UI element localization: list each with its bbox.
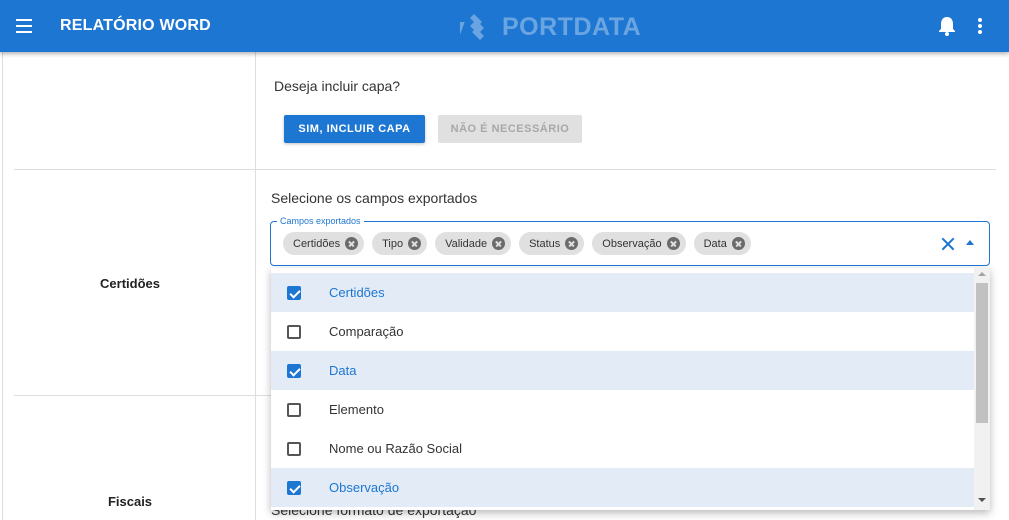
chip-remove-icon[interactable] <box>345 237 359 250</box>
table-column-divider <box>255 52 256 520</box>
option-label: Certidões <box>329 285 385 300</box>
menu-icon[interactable] <box>14 16 34 36</box>
row-divider <box>14 169 996 170</box>
bell-icon[interactable] <box>938 16 956 41</box>
checkbox-icon[interactable] <box>287 363 301 378</box>
portdata-logo-icon <box>460 14 484 42</box>
option-label: Data <box>329 363 357 378</box>
app-bar: RELATÓRIO WORD PORTDATA <box>0 0 1009 52</box>
chip-label: Validade <box>445 237 488 250</box>
chip-label: Observação <box>602 237 662 250</box>
list-item[interactable]: Elemento <box>271 390 974 429</box>
logo: PORTDATA <box>460 10 641 44</box>
no-cover-button: NÃO É NECESSÁRIO <box>438 115 582 143</box>
option-label: Nome ou Razão Social <box>329 441 462 456</box>
chip-label: Certidões <box>293 237 341 250</box>
list-item[interactable]: Nome ou Razão Social <box>271 429 974 468</box>
option-label: Comparação <box>329 324 404 339</box>
checkbox-icon[interactable] <box>287 402 301 417</box>
chip-remove-icon[interactable] <box>492 237 506 250</box>
chip: Observação <box>592 232 686 255</box>
include-cover-button[interactable]: SIM, INCLUIR CAPA <box>284 115 425 143</box>
selected-chips: Certidões Tipo Validade Status Observaçã… <box>283 232 759 255</box>
table-border-left <box>2 52 3 520</box>
chip: Data <box>693 232 751 255</box>
scrollbar-thumb[interactable] <box>976 283 988 423</box>
chip: Status <box>519 232 585 255</box>
checkbox-icon[interactable] <box>287 285 301 300</box>
list-item[interactable]: Certidões <box>271 273 974 312</box>
clear-icon[interactable] <box>941 237 955 251</box>
chip-label: Status <box>529 237 561 250</box>
checkbox-icon[interactable] <box>287 441 301 456</box>
kebab-icon[interactable] <box>973 16 987 36</box>
scroll-down-arrow-icon[interactable] <box>978 498 986 502</box>
chip-remove-icon[interactable] <box>731 237 745 250</box>
chip-remove-icon[interactable] <box>408 237 422 250</box>
checkbox-icon[interactable] <box>287 480 301 495</box>
list-item[interactable]: Comparação <box>271 312 974 351</box>
checkbox-icon[interactable] <box>287 324 301 339</box>
chip: Certidões <box>283 232 365 255</box>
row-divider <box>14 395 271 396</box>
chip-label: Tipo <box>382 237 404 250</box>
scroll-up-arrow-icon[interactable] <box>978 272 986 276</box>
page-title: RELATÓRIO WORD <box>60 17 211 34</box>
logo-text: PORTDATA <box>502 12 642 41</box>
fields-dropdown-list: Certidões Comparação Data Elemento Nome … <box>271 268 990 510</box>
row-label-fiscais: Fiscais <box>107 494 153 509</box>
chip-remove-icon[interactable] <box>666 237 680 250</box>
chip-remove-icon[interactable] <box>565 237 579 250</box>
chip: Tipo <box>372 232 428 255</box>
cover-question: Deseja incluir capa? <box>274 78 401 94</box>
fields-section-title: Selecione os campos exportados <box>271 190 478 206</box>
list-item[interactable]: Observação <box>271 468 974 507</box>
row-label-certidoes: Certidões <box>100 276 160 291</box>
fields-multiselect-legend: Campos exportados <box>277 216 364 226</box>
option-label: Elemento <box>329 402 384 417</box>
chip: Validade <box>435 232 512 255</box>
list-item[interactable]: Data <box>271 351 974 390</box>
chip-label: Data <box>703 237 727 250</box>
option-label: Observação <box>329 480 400 495</box>
caret-up-icon[interactable] <box>966 240 974 245</box>
